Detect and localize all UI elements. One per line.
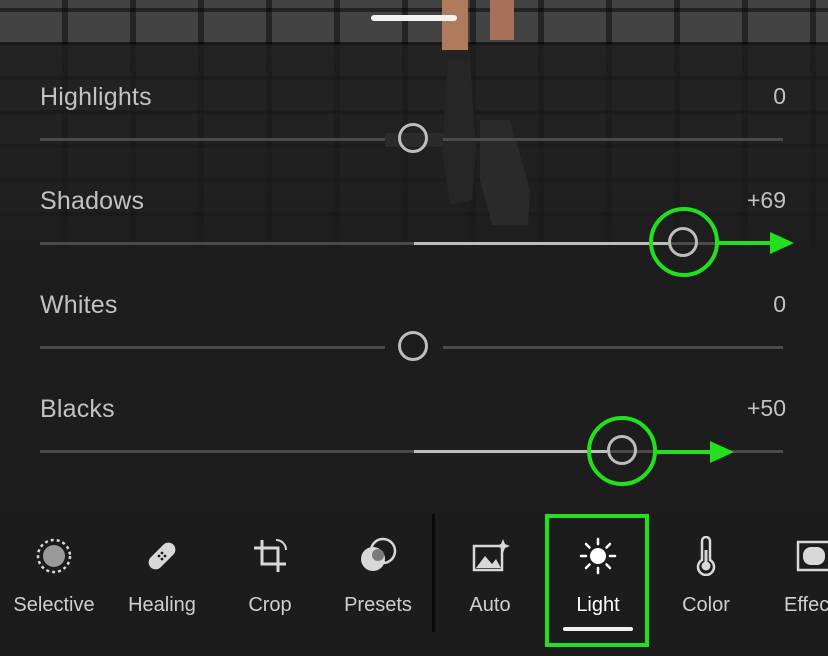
tool-label: Healing	[128, 594, 196, 616]
presets-icon	[361, 537, 397, 571]
tool-label: Selective	[13, 594, 95, 616]
tool-crop[interactable]: Crop	[216, 518, 324, 638]
slider-thumb[interactable]	[398, 331, 428, 361]
tool-label: Crop	[248, 594, 292, 616]
sheet-drag-handle[interactable]	[371, 15, 457, 21]
toolbar-divider	[432, 514, 435, 632]
highlight-circle-shadows	[649, 207, 719, 277]
slider-value: +50	[746, 395, 786, 421]
thermometer-icon	[696, 536, 716, 576]
slider-label: Shadows	[40, 187, 145, 215]
tool-color[interactable]: Color	[652, 518, 760, 638]
tool-selective[interactable]: Selective	[0, 518, 108, 638]
arrow-right-icon	[716, 232, 794, 254]
crop-icon	[254, 539, 287, 572]
slider-label: Highlights	[40, 83, 152, 111]
slider-thumb[interactable]	[398, 123, 428, 153]
slider-fill	[414, 242, 668, 245]
arrow-right-icon	[654, 441, 734, 463]
slider-value: +69	[746, 187, 786, 213]
tool-effects[interactable]: Effects	[760, 518, 828, 638]
bandage-icon	[148, 542, 176, 570]
effects-icon	[796, 540, 828, 572]
slider-value: 0	[773, 83, 786, 109]
tool-label: Presets	[344, 594, 412, 616]
slider-whites: Whites 0	[0, 291, 828, 391]
tool-healing[interactable]: Healing	[108, 518, 216, 638]
tool-label: Color	[682, 594, 730, 616]
slider-fill	[414, 450, 607, 453]
selective-icon	[36, 538, 72, 574]
slider-highlights: Highlights 0	[0, 83, 828, 183]
tool-auto[interactable]: Auto	[436, 518, 544, 638]
slider-label: Blacks	[40, 395, 115, 423]
tool-label: Effects	[784, 594, 828, 616]
tool-label: Auto	[469, 594, 511, 616]
highlight-circle-blacks	[587, 416, 657, 486]
slider-value: 0	[773, 291, 786, 317]
slider-label: Whites	[40, 291, 118, 319]
tool-presets[interactable]: Presets	[324, 518, 432, 638]
highlight-box-light	[545, 514, 649, 647]
auto-image-icon	[472, 539, 510, 572]
